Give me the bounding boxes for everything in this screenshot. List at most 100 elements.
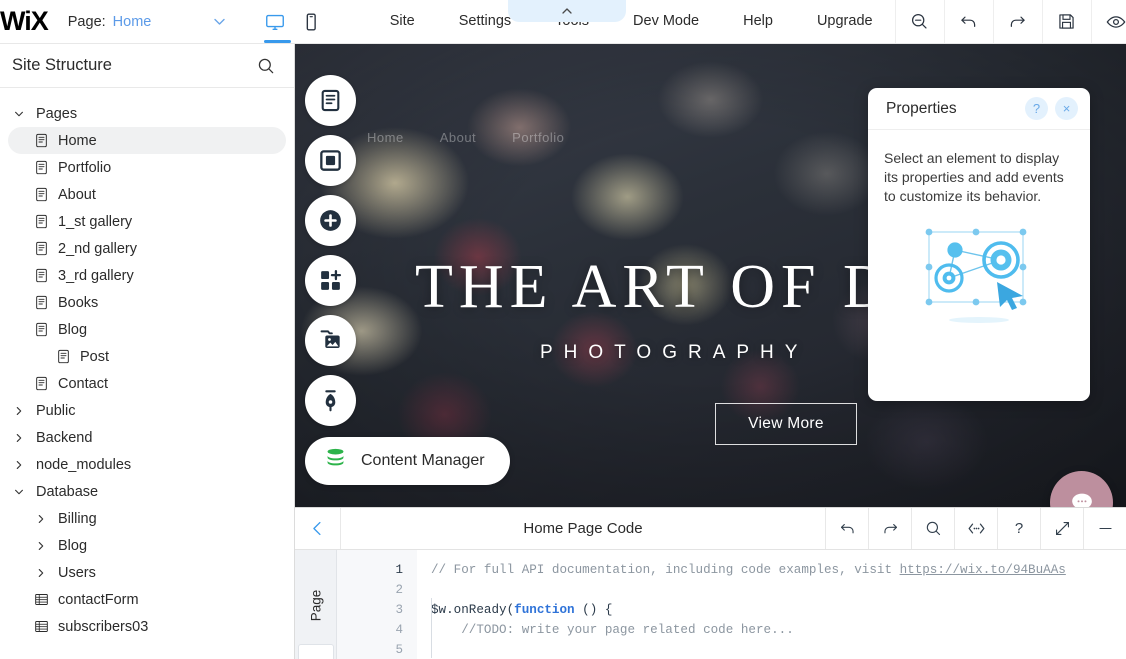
tree-item-2-nd-gallery[interactable]: 2_nd gallery (8, 235, 286, 262)
menu-item-site[interactable]: Site (368, 0, 437, 43)
tree-item-books[interactable]: Books (8, 289, 286, 316)
chevron-down-icon[interactable] (8, 486, 30, 498)
undo-icon[interactable] (825, 508, 868, 549)
tree-item-backend[interactable]: Backend (8, 424, 286, 451)
tree-item-label: Portfolio (58, 159, 112, 176)
page-icon (30, 214, 52, 229)
help-icon[interactable]: ? (1025, 97, 1048, 120)
hero-subheading[interactable]: PHOTOGRAPHY (540, 342, 808, 364)
add-element-icon[interactable] (305, 195, 356, 246)
chevron-right-icon[interactable] (30, 540, 52, 552)
zoom-out-icon[interactable] (894, 0, 944, 43)
blog-pen-icon[interactable] (305, 375, 356, 426)
desktop-icon[interactable] (264, 11, 286, 33)
chevron-left-icon[interactable] (295, 508, 341, 549)
code-panel: Home Page Code ? Page 1 2 3 4 5 // For f… (295, 507, 1126, 659)
background-icon[interactable] (305, 135, 356, 186)
tree-item-users[interactable]: Users (8, 559, 286, 586)
tree-item-subscribers03[interactable]: subscribers03 (8, 613, 286, 640)
chevron-right-icon[interactable] (30, 513, 52, 525)
tree-item-node-modules[interactable]: node_modules (8, 451, 286, 478)
page-selector[interactable]: Page: Home (48, 0, 244, 43)
redo-icon[interactable] (992, 0, 1042, 43)
menu-item-upgrade[interactable]: Upgrade (795, 0, 895, 43)
collapse-panel-tab[interactable] (508, 0, 626, 22)
chevron-right-icon[interactable] (8, 432, 30, 444)
code-token: () { (574, 603, 613, 617)
tree-item-post[interactable]: Post (8, 343, 286, 370)
tree-item-3-rd-gallery[interactable]: 3_rd gallery (8, 262, 286, 289)
code-line: // For full API documentation, including… (431, 560, 1126, 580)
tree-item-contact[interactable]: Contact (8, 370, 286, 397)
tree-item-label: contactForm (58, 591, 139, 608)
tree-item-blog[interactable]: Blog (8, 316, 286, 343)
properties-panel-body: Select an element to display its propert… (868, 130, 1090, 336)
tree-item-public[interactable]: Public (8, 397, 286, 424)
tree-item-1-st-gallery[interactable]: 1_st gallery (8, 208, 286, 235)
mobile-icon[interactable] (300, 11, 322, 33)
tree-item-label: Post (80, 348, 110, 365)
search-icon[interactable] (911, 508, 954, 549)
page-icon (30, 187, 52, 202)
tree-item-label: About (58, 186, 96, 203)
page-icon (30, 376, 52, 391)
site-nav-item-about[interactable]: About (440, 130, 476, 145)
site-nav-item-portfolio[interactable]: Portfolio (512, 130, 564, 145)
tree-item-pages[interactable]: Pages (8, 100, 286, 127)
device-switcher (244, 0, 340, 43)
chevron-right-icon[interactable] (8, 405, 30, 417)
expand-icon[interactable] (1040, 508, 1083, 549)
menus-and-pages-icon[interactable] (305, 75, 356, 126)
media-icon[interactable] (305, 315, 356, 366)
tree-item-label: Books (58, 294, 99, 311)
code-text-area[interactable]: // For full API documentation, including… (417, 550, 1126, 659)
search-icon[interactable] (256, 56, 276, 76)
code-tab-page[interactable]: Page (308, 589, 323, 621)
code-editor[interactable]: Page 123456 // For full API documentatio… (295, 550, 1126, 659)
view-more-button[interactable]: View More (715, 403, 857, 445)
tree-item-database[interactable]: Database (8, 478, 286, 505)
content-manager-button[interactable]: Content Manager (305, 437, 510, 485)
line-number: 3 (395, 603, 403, 617)
database-icon (323, 446, 348, 476)
close-icon[interactable]: × (1055, 97, 1078, 120)
tree-item-home[interactable]: Home (8, 127, 286, 154)
tree-item-blog[interactable]: Blog (8, 532, 286, 559)
tree-item-label: Backend (36, 429, 93, 446)
page-selector-value: Home (112, 13, 152, 30)
line-number: 5 (395, 643, 403, 657)
menu-item-dev-mode[interactable]: Dev Mode (611, 0, 721, 43)
preview-icon[interactable] (1090, 0, 1126, 43)
add-apps-icon[interactable] (305, 255, 356, 306)
wix-logo[interactable]: WiX (0, 0, 49, 43)
tree-item-about[interactable]: About (8, 181, 286, 208)
code-snippet-icon[interactable] (954, 508, 997, 549)
properties-panel-title: Properties (886, 99, 957, 117)
page-icon (30, 295, 52, 310)
tree-item-billing[interactable]: Billing (8, 505, 286, 532)
site-structure-sidebar: Site Structure Pages Home Portfolio About 1_… (0, 44, 295, 659)
site-nav-item-home[interactable]: Home (367, 130, 404, 145)
code-doc-link[interactable]: https://wix.to/94BuAAs (900, 563, 1066, 577)
chevron-right-icon[interactable] (30, 567, 52, 579)
redo-icon[interactable] (868, 508, 911, 549)
tree-item-label: Home (58, 132, 97, 149)
toolbar-actions (894, 0, 1126, 43)
minimize-icon[interactable] (1083, 508, 1126, 549)
page-title: Site Structure (12, 56, 112, 74)
tree-item-portfolio[interactable]: Portfolio (8, 154, 286, 181)
site-navigation: Home About Portfolio (367, 130, 564, 145)
hero-heading[interactable]: THE ART OF D (415, 252, 894, 323)
chevron-right-icon[interactable] (8, 459, 30, 471)
tree-item-label: Database (36, 483, 99, 500)
line-number: 1 (395, 563, 403, 577)
undo-icon[interactable] (943, 0, 993, 43)
chevron-down-icon (211, 13, 228, 30)
help-icon[interactable]: ? (997, 508, 1040, 549)
tree-item-contactform[interactable]: contactForm (8, 586, 286, 613)
code-token: // For full API documentation, including… (431, 563, 900, 577)
menu-item-help[interactable]: Help (721, 0, 795, 43)
chevron-down-icon[interactable] (8, 108, 30, 120)
code-tab-active-indicator (298, 644, 334, 659)
save-icon[interactable] (1041, 0, 1091, 43)
